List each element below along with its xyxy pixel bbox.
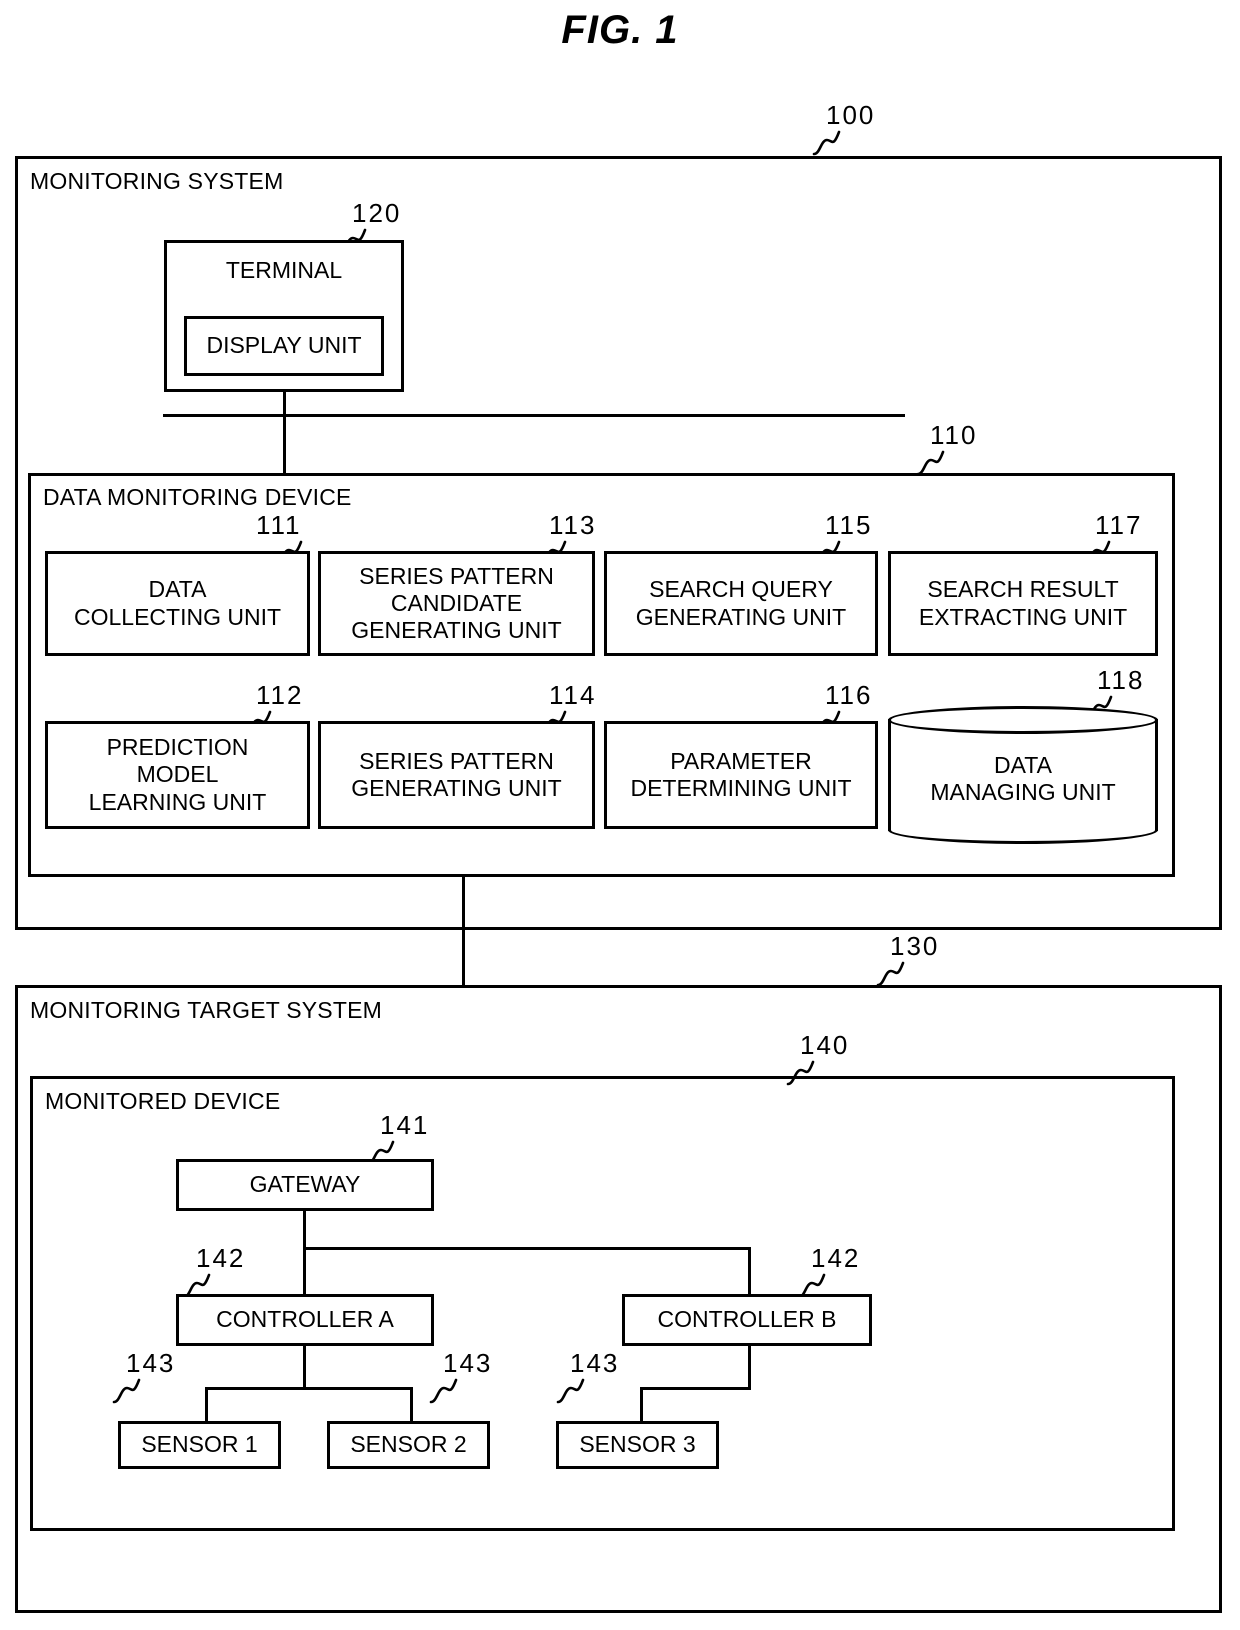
unit-114-line-2: GENERATING UNIT	[351, 775, 562, 801]
unit-112-line-1: PREDICTION	[106, 734, 249, 761]
gateway-to-controller-b-line	[748, 1247, 751, 1295]
unit-115-line-1: SEARCH QUERY	[649, 576, 833, 603]
sensor-2-drop-line	[410, 1387, 413, 1422]
controller-a-label: CONTROLLER A	[216, 1306, 394, 1333]
sensor-2-label: SENSOR 2	[350, 1431, 467, 1458]
gateway-to-controller-a-line	[303, 1211, 306, 1295]
ref-110: 110	[930, 420, 978, 450]
controller-a-stem-line	[303, 1346, 306, 1390]
ref-141: 141	[380, 1110, 430, 1140]
ref-116: 116	[825, 680, 873, 710]
sensor-3-box[interactable]: SENSOR 3	[556, 1421, 719, 1469]
ref-112: 112	[256, 680, 304, 710]
prediction-model-learning-unit-box[interactable]: PREDICTION MODEL LEARNING UNIT	[45, 721, 310, 829]
unit-115-line-2: GENERATING UNIT	[635, 603, 847, 630]
unit-116-line-2: DETERMINING UNIT	[630, 775, 852, 801]
unit-112-line-3: LEARNING UNIT	[88, 788, 267, 815]
unit-114-line-1: SERIES PATTERN	[359, 747, 554, 774]
data-managing-unit-cylinder[interactable]: DATA MANAGING UNIT	[888, 706, 1158, 844]
leader-130-icon	[876, 959, 910, 987]
figure-title: FIG. 1	[561, 8, 679, 52]
data-monitoring-device-label: DATA MONITORING DEVICE	[43, 484, 352, 510]
controller-a-box[interactable]: CONTROLLER A	[176, 1294, 434, 1346]
unit-113-line-2: CANDIDATE	[390, 589, 523, 616]
ref-113: 113	[549, 510, 597, 540]
ref-117: 117	[1095, 510, 1143, 540]
monitoring-system-label: MONITORING SYSTEM	[30, 168, 284, 194]
unit-111-line-1: DATA	[148, 576, 207, 603]
unit-113-line-3: GENERATING UNIT	[351, 617, 562, 644]
leader-100-icon	[812, 128, 846, 156]
data-collecting-unit-box[interactable]: DATA COLLECTING UNIT	[45, 551, 310, 656]
unit-117-line-2: EXTRACTING UNIT	[918, 603, 1128, 630]
series-pattern-generating-unit-box[interactable]: SERIES PATTERN GENERATING UNIT	[318, 721, 595, 829]
ref-143-1: 143	[126, 1348, 176, 1378]
ref-115: 115	[825, 510, 873, 540]
ref-140: 140	[800, 1030, 850, 1060]
unit-116-line-1: PARAMETER	[670, 747, 812, 774]
sensor-2-box[interactable]: SENSOR 2	[327, 1421, 490, 1469]
gateway-branch-horizontal-line	[303, 1247, 751, 1250]
display-unit-box[interactable]: DISPLAY UNIT	[184, 316, 384, 376]
sensor-3-label: SENSOR 3	[579, 1431, 696, 1458]
data-managing-unit-label-wrap: DATA MANAGING UNIT	[888, 706, 1158, 844]
sensor-1-box[interactable]: SENSOR 1	[118, 1421, 281, 1469]
controller-b-label: CONTROLLER B	[657, 1306, 837, 1333]
unit-118-line-2: MANAGING UNIT	[930, 779, 1116, 805]
ref-114: 114	[549, 680, 597, 710]
sensor-1-label: SENSOR 1	[141, 1431, 258, 1458]
controller-a-branch-line	[205, 1387, 413, 1390]
controller-b-stem-line	[748, 1346, 751, 1390]
gateway-label: GATEWAY	[249, 1171, 361, 1198]
ref-111: 111	[256, 510, 302, 540]
ref-118: 118	[1097, 665, 1145, 695]
series-pattern-candidate-generating-unit-box[interactable]: SERIES PATTERN CANDIDATE GENERATING UNIT	[318, 551, 595, 656]
ref-100: 100	[826, 100, 876, 130]
ref-142-a: 142	[196, 1243, 246, 1273]
ref-142-b: 142	[811, 1243, 861, 1273]
display-unit-label: DISPLAY UNIT	[206, 332, 362, 359]
dmd-to-target-connector	[462, 877, 465, 987]
search-result-extracting-unit-box[interactable]: SEARCH RESULT EXTRACTING UNIT	[888, 551, 1158, 656]
unit-118-line-1: DATA	[994, 751, 1052, 778]
sensor-3-drop-line	[640, 1387, 643, 1422]
unit-117-line-1: SEARCH RESULT	[927, 576, 1119, 603]
ref-143-3: 143	[570, 1348, 620, 1378]
controller-b-branch-line	[640, 1387, 751, 1390]
gateway-box[interactable]: GATEWAY	[176, 1159, 434, 1211]
monitored-device-label: MONITORED DEVICE	[45, 1088, 281, 1114]
ref-130: 130	[890, 931, 940, 961]
unit-111-line-2: COLLECTING UNIT	[73, 603, 282, 630]
ref-143-2: 143	[443, 1348, 493, 1378]
terminal-bus-connector	[283, 392, 286, 474]
unit-112-line-2: MODEL	[136, 761, 219, 788]
network-bus-line	[163, 414, 905, 417]
terminal-label: TERMINAL	[225, 257, 343, 283]
sensor-1-drop-line	[205, 1387, 208, 1422]
ref-120: 120	[352, 198, 402, 228]
monitoring-target-system-label: MONITORING TARGET SYSTEM	[30, 997, 382, 1023]
search-query-generating-unit-box[interactable]: SEARCH QUERY GENERATING UNIT	[604, 551, 878, 656]
unit-113-line-1: SERIES PATTERN	[359, 562, 554, 589]
controller-b-box[interactable]: CONTROLLER B	[622, 1294, 872, 1346]
parameter-determining-unit-box[interactable]: PARAMETER DETERMINING UNIT	[604, 721, 878, 829]
